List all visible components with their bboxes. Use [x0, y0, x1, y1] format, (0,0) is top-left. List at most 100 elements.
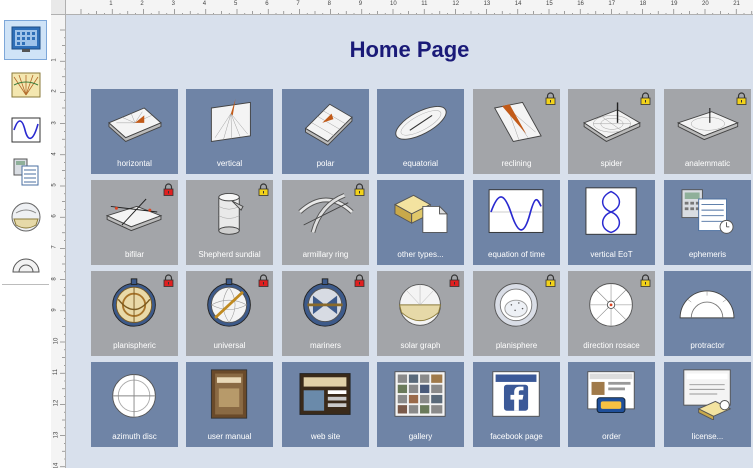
user-manual-icon: [210, 369, 248, 419]
tile-horizontal[interactable]: horizontal: [91, 89, 178, 174]
calendar-view-button[interactable]: [4, 20, 47, 60]
lock-icon: [545, 274, 556, 287]
ruler-number: 6: [51, 214, 58, 218]
tile-spider[interactable]: spider: [568, 89, 655, 174]
ruler-number: 2: [140, 1, 144, 7]
tile-facebook-page[interactable]: facebook page: [473, 362, 560, 447]
ruler-number: 10: [53, 337, 60, 345]
tile-ephemeris[interactable]: ephemeris: [664, 180, 751, 265]
tile-azimuth-disc[interactable]: azimuth disc: [91, 362, 178, 447]
tile-license[interactable]: license...: [664, 362, 751, 447]
lock-icon: [258, 274, 269, 287]
wave-graph-button[interactable]: [4, 110, 47, 150]
mariners-astrolabe-icon: [303, 278, 347, 327]
tile-label: planispheric: [113, 341, 156, 350]
tile-polar[interactable]: polar: [282, 89, 369, 174]
table-list-button[interactable]: [4, 152, 47, 192]
tile-solar-graph[interactable]: solar graph: [377, 271, 464, 356]
tile-equatorial[interactable]: equatorial: [377, 89, 464, 174]
lock-icon: [354, 183, 365, 196]
lock-icon: [736, 92, 747, 105]
ruler-number: 12: [452, 1, 460, 7]
reclining-sundial-icon: [493, 101, 542, 142]
tile-planisphere[interactable]: planisphere: [473, 271, 560, 356]
ruler-number: 8: [51, 276, 58, 281]
tile-label: web site: [310, 432, 341, 441]
ruler-number: 10: [390, 1, 397, 7]
tile-label: protractor: [690, 341, 725, 350]
lock-icon: [354, 274, 365, 287]
ruler-number: 4: [202, 1, 207, 7]
tile-vertical-eot[interactable]: vertical EoT: [568, 180, 655, 265]
tile-vertical[interactable]: vertical: [186, 89, 273, 174]
tile-label: facebook page: [490, 432, 543, 441]
lock-icon: [449, 274, 460, 287]
page-canvas: Home Page horizontal vertical polar equator…: [66, 15, 753, 468]
tile-user-manual[interactable]: user manual: [186, 362, 273, 447]
equatorial-sundial-icon: [395, 106, 447, 140]
tile-label: license...: [691, 432, 724, 441]
ephemeris-icon: [681, 189, 734, 234]
ruler-number: 4: [51, 152, 58, 156]
facebook-icon: [492, 371, 540, 417]
tile-label: mariners: [309, 341, 342, 350]
sundial-view-button[interactable]: [4, 65, 47, 105]
tile-armillary-ring[interactable]: armillary ring: [282, 180, 369, 265]
page-title: Home Page: [349, 37, 470, 62]
tile-planispheric[interactable]: planispheric: [91, 271, 178, 356]
tile-shepherd-sundial[interactable]: Shepherd sundial: [186, 180, 273, 265]
ruler-number: 19: [670, 1, 678, 7]
tile-label: order: [602, 432, 621, 441]
lock-icon: [545, 92, 556, 105]
equation-of-time-icon: [488, 189, 544, 233]
ruler-number: 1: [109, 1, 113, 7]
vertical-ruler[interactable]: 1 2 3 4 5 6 7 8 9 10 11 12 13 14: [51, 15, 66, 468]
ruler-number: 2: [51, 89, 58, 94]
ruler-number: 13: [483, 1, 491, 7]
ruler-number: 12: [53, 400, 60, 407]
tile-label: ephemeris: [688, 250, 727, 259]
polar-sundial-icon: [304, 103, 353, 146]
tile-protractor[interactable]: protractor: [664, 271, 751, 356]
ruler-number: 20: [702, 1, 709, 7]
license-icon: [683, 369, 732, 420]
tile-label: equatorial: [402, 159, 439, 168]
tile-other-types[interactable]: other types...: [377, 180, 464, 265]
tile-label: armillary ring: [302, 250, 349, 259]
tile-label: vertical: [216, 159, 243, 168]
horizontal-sundial-icon: [108, 107, 162, 142]
protractor-button[interactable]: [4, 243, 47, 283]
calendar-view-icon: [11, 26, 40, 52]
sundial-view-icon: [11, 72, 40, 98]
astrolabe-button[interactable]: [4, 197, 47, 237]
direction-rosace-icon: [589, 283, 633, 327]
astrolabe-icon: [11, 202, 40, 232]
analemmatic-sundial-icon: [677, 108, 739, 141]
tile-label: polar: [316, 159, 335, 168]
wave-graph-icon: [11, 117, 40, 143]
ruler-number: 5: [51, 183, 58, 187]
tile-web-site[interactable]: web site: [282, 362, 369, 447]
tile-analemmatic[interactable]: analemmatic: [664, 89, 751, 174]
ruler-number: 15: [546, 1, 553, 7]
tile-label: universal: [213, 341, 246, 350]
tile-universal[interactable]: universal: [186, 271, 273, 356]
gallery-icon: [394, 371, 446, 417]
tile-mariners[interactable]: mariners: [282, 271, 369, 356]
tile-label: bifilar: [124, 250, 145, 259]
tile-order[interactable]: order: [568, 362, 655, 447]
ruler-number: 3: [171, 1, 175, 7]
universal-astrolabe-icon: [207, 278, 251, 327]
ruler-number: 7: [296, 1, 300, 7]
horizontal-ruler[interactable]: 12345678910111213141516171819202122: [66, 0, 753, 15]
ruler-number: 18: [639, 1, 647, 7]
tile-equation-of-time[interactable]: equation of time: [473, 180, 560, 265]
tile-label: equation of time: [488, 250, 545, 259]
vertical-eot-icon: [585, 187, 637, 235]
tile-direction-rosace[interactable]: direction rosace: [568, 271, 655, 356]
ruler-number: 3: [51, 120, 58, 125]
left-toolbar: [0, 0, 52, 468]
tile-reclining[interactable]: reclining: [473, 89, 560, 174]
tile-gallery[interactable]: gallery: [377, 362, 464, 447]
tile-bifilar[interactable]: bifilar: [91, 180, 178, 265]
